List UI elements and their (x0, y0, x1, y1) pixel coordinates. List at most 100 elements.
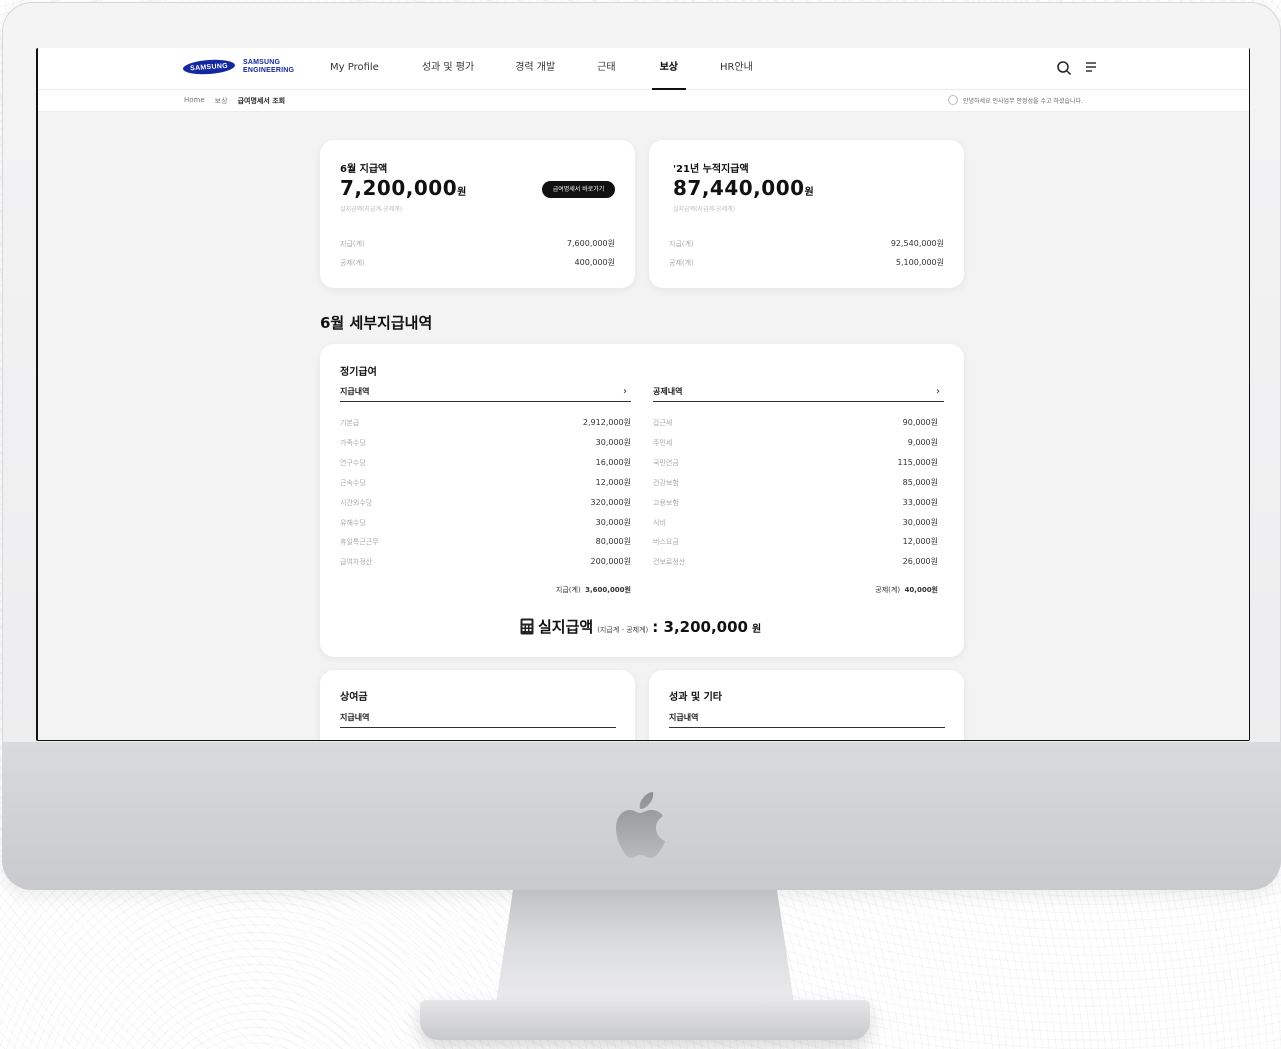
deduct-row-value: 85,000원 (902, 478, 938, 487)
monthly-pay-title: 6월 지급액 (340, 164, 388, 175)
pay-row-value: 200,000원 (590, 557, 631, 566)
notice-text: 안녕하세요 인사업무 안정성을 수고 하셨습니다. (963, 97, 1083, 105)
brand-line-2: ENGINEERING (243, 67, 295, 74)
net-pay: 실지급액 (지급계 - 공제계) : 3,200,000 원 (520, 616, 761, 637)
monthly-pay-total-value: 7,600,000원 (566, 239, 615, 248)
breadcrumb: Home 보상 급여명세서 조회 (184, 96, 285, 106)
deduct-row-label: 건보료정산 (653, 558, 686, 566)
notice: 안녕하세요 인사업무 안정성을 수고 하셨습니다. (948, 95, 1083, 105)
deduct-row-value: 26,000원 (902, 557, 938, 566)
bonus-title: 상여금 (340, 692, 368, 703)
breadcrumb-compensation[interactable]: 보상 (215, 96, 228, 106)
deduct-row-label: 주민세 (653, 439, 673, 447)
net-pay-unit: 원 (751, 624, 762, 635)
nav-career[interactable]: 경력 개발 (515, 48, 555, 90)
pay-total-value: 3,600,000원 (585, 586, 631, 594)
performance-etc-title: 성과 및 기타 (669, 692, 722, 703)
pay-row-label: 급여차정산 (340, 558, 373, 566)
annual-pay-amount-value: 87,440,000 (673, 176, 805, 200)
monthly-pay-total-label: 지급(계) (340, 240, 365, 248)
samsung-oval-logo: SAMSUNG (182, 58, 236, 76)
deduct-row-value: 12,000원 (902, 537, 938, 546)
calculator-icon (520, 618, 534, 635)
pay-row-label: 유해수당 (340, 519, 366, 527)
breadcrumb-home[interactable]: Home (184, 96, 205, 106)
monthly-pay-note: 실지급액(지급계-공제계) (340, 206, 403, 213)
deduct-row-value: 90,000원 (902, 418, 938, 427)
gnb-icons (1056, 60, 1098, 76)
nav-compensation[interactable]: 보상 (651, 48, 687, 90)
deduct-row-value: 30,000원 (902, 518, 938, 527)
payslip-shortcut-button[interactable]: 급여명세서 바로가기 (542, 181, 615, 198)
monthly-pay-amount: 7,200,000원 (340, 176, 467, 200)
deduct-row-label: 국민연금 (653, 459, 679, 467)
bonus-pay-header[interactable]: 지급내역 (340, 712, 616, 728)
brand-line-1: SAMSUNG (243, 59, 281, 66)
annual-pay-total-label: 지급(계) (669, 240, 694, 248)
deduct-row-label: 식비 (653, 519, 666, 527)
pay-total-label: 지급(계) (555, 586, 581, 594)
annual-deduct-total-value: 5,100,000원 (895, 258, 944, 267)
net-pay-hint: (지급계 - 공제계) (597, 626, 649, 634)
pay-total: 지급(계) 3,600,000원 (480, 585, 631, 595)
pay-row-value: 2,912,000원 (582, 418, 631, 427)
regular-pay-card: 정기급여 지급내역 › 공제내역 › 기본급 2,912,000원 가족수당 3… (320, 344, 964, 657)
deduct-row-value: 115,000원 (897, 458, 938, 467)
pay-row-value: 12,000원 (595, 478, 631, 487)
pay-details-header[interactable]: 지급내역 › (340, 386, 631, 402)
chevron-right-icon: › (623, 386, 627, 397)
nav-my-profile[interactable]: My Profile (330, 48, 379, 90)
nav-performance[interactable]: 성과 및 평가 (422, 48, 474, 90)
pay-row-value: 16,000원 (595, 458, 631, 467)
deduct-row-value: 33,000원 (902, 498, 938, 507)
pay-row-value: 30,000원 (595, 518, 631, 527)
performance-etc-card: 성과 및 기타 지급내역 (649, 670, 964, 740)
pay-row-label: 근속수당 (340, 479, 366, 487)
imac-stand (495, 890, 795, 1010)
annual-pay-unit: 원 (804, 187, 815, 198)
pay-row-label: 가족수당 (340, 439, 366, 447)
monthly-pay-unit: 원 (457, 187, 467, 198)
deduct-total: 공제(계) 40,000원 (780, 585, 938, 595)
screen: SAMSUNG SAMSUNG ENGINEERING My Profile 성… (38, 48, 1249, 740)
annual-deduct-total-label: 공제(계) (669, 259, 694, 267)
deduct-row-label: 버스요금 (653, 538, 679, 546)
samsung-engineering-wordmark: SAMSUNG ENGINEERING (243, 59, 294, 75)
annual-pay-title: '21년 누적지급액 (673, 164, 749, 175)
deduct-row-label: 고용보험 (653, 499, 679, 507)
deduct-total-value: 40,000원 (904, 586, 938, 594)
deduct-row-label: 갑근세 (653, 419, 673, 427)
annual-pay-note: 실지급액(지급계-공제계) (673, 206, 736, 213)
net-pay-label: 실지급액 (538, 618, 594, 636)
detail-section-title: 6월 세부지급내역 (320, 314, 433, 332)
regular-pay-title: 정기급여 (340, 367, 377, 378)
menu-icon[interactable] (1084, 60, 1098, 76)
annual-pay-card: '21년 누적지급액 87,440,000원 실지급액(지급계-공제계) 지급(… (649, 140, 964, 288)
pay-row-value: 30,000원 (595, 438, 631, 447)
net-pay-value: : 3,200,000 (652, 618, 748, 636)
breadcrumb-bar: Home 보상 급여명세서 조회 안녕하세요 인사업무 안정성을 수고 하셨습니… (38, 90, 1249, 112)
breadcrumb-current: 급여명세서 조회 (237, 97, 286, 105)
pay-row-value: 320,000원 (590, 498, 631, 507)
monthly-deduct-total-label: 공제(계) (340, 259, 365, 267)
nav-attendance[interactable]: 근태 (597, 48, 615, 90)
nav-hr-guide[interactable]: HR안내 (720, 48, 753, 90)
bonus-card: 상여금 지급내역 (320, 670, 635, 740)
main-nav: My Profile 성과 및 평가 경력 개발 근태 보상 HR안내 (330, 48, 753, 90)
performance-etc-pay-header[interactable]: 지급내역 (669, 712, 945, 728)
notice-icon (948, 95, 958, 105)
top-navigation: SAMSUNG SAMSUNG ENGINEERING My Profile 성… (38, 48, 1249, 90)
deduct-details-header[interactable]: 공제내역 › (653, 386, 944, 402)
samsung-engineering-logo[interactable]: SAMSUNG SAMSUNG ENGINEERING (182, 58, 294, 76)
pay-row-label: 시간외수당 (340, 499, 373, 507)
chevron-right-icon: › (936, 386, 940, 397)
annual-pay-total-value: 92,540,000원 (890, 239, 944, 248)
search-icon[interactable] (1056, 60, 1072, 76)
deduct-row-label: 건강보험 (653, 479, 679, 487)
pay-row-label: 휴일특근근무 (340, 538, 379, 546)
monthly-pay-amount-value: 7,200,000 (340, 176, 458, 200)
annual-pay-amount: 87,440,000원 (673, 176, 814, 200)
deduct-details-header-label: 공제내역 (653, 387, 683, 396)
pay-row-label: 연구수당 (340, 459, 366, 467)
monthly-deduct-total-value: 400,000원 (574, 258, 615, 267)
